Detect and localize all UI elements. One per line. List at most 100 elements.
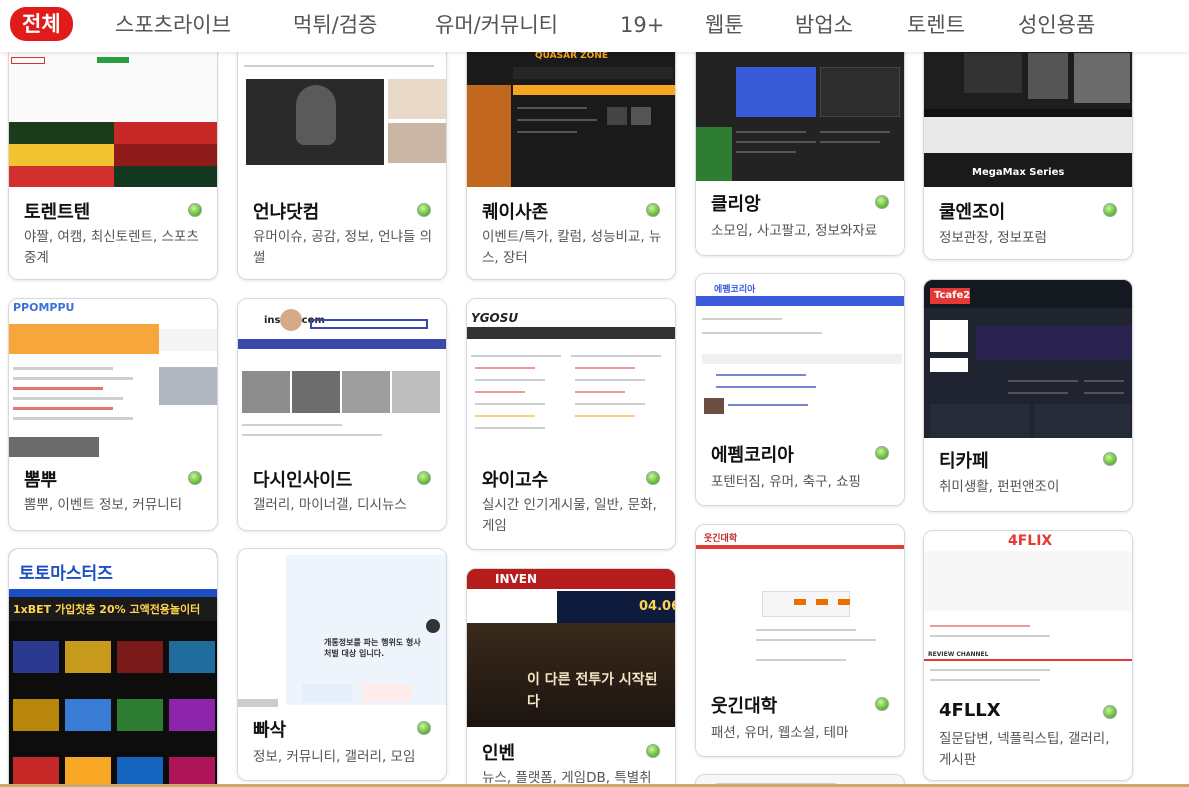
- thumb-section-text: REVIEW CHANNEL: [928, 651, 989, 658]
- card-info: 퀘이사존 이벤트/특가, 칼럼, 성능비교, 뉴스, 장터: [467, 187, 675, 279]
- card-title: 다시인사이드: [253, 470, 353, 491]
- online-status-icon: [646, 744, 660, 758]
- nav-tab-verification[interactable]: 먹튀/검증: [293, 9, 377, 41]
- card-description: 정보, 커뮤니티, 갤러리, 모임: [253, 749, 416, 765]
- site-thumbnail: 4FLIX REVIEW CHANNEL: [924, 531, 1132, 689]
- site-card-quasarzone[interactable]: QUASAR ZONE 퀘이사존 이벤트/특가, 칼럼, 성능비교, 뉴스, 장…: [466, 26, 676, 280]
- site-card-bbasak[interactable]: 개통정보를 파는 행위도 형사처벌 대상 입니다. 빠삭 정보, 커뮤니티, 갤…: [237, 548, 447, 781]
- card-info: 언냐닷컴 유머이슈, 공감, 정보, 언냐들 의썰: [238, 187, 446, 279]
- card-title: 와이고수: [482, 470, 549, 491]
- online-status-icon: [417, 721, 431, 735]
- card-title: 인벤: [482, 743, 516, 764]
- card-description: 갤러리, 마이너갤, 디시뉴스: [253, 497, 407, 513]
- online-status-icon: [188, 203, 202, 217]
- nav-tab-webtoon[interactable]: 웹툰: [705, 9, 744, 41]
- nav-tab-adult-goods[interactable]: 성인용품: [1018, 9, 1095, 41]
- card-description: 야짤, 여캠, 최신토렌트, 스포츠중계: [24, 229, 199, 266]
- site-card-4flix[interactable]: 4FLIX REVIEW CHANNEL 4FLLX 질문답변, 넥플릭스팁, …: [923, 530, 1133, 781]
- nav-tab-nightlife[interactable]: 밤업소: [795, 9, 853, 41]
- site-card-totomasters[interactable]: 토토마스터즈 1xBET 가입첫충 20% 고액전용놀이터: [8, 548, 218, 787]
- site-thumbnail: YGOSU: [467, 299, 675, 457]
- card-title: 쿨엔조이: [939, 202, 1006, 223]
- card-info: 쿨엔조이 정보관장, 정보포럼: [924, 187, 1132, 259]
- card-title: 빠삭: [253, 720, 287, 741]
- card-description: 이벤트/특가, 칼럼, 성능비교, 뉴스, 장터: [482, 229, 662, 266]
- card-info: 빠삭 정보, 커뮤니티, 갤러리, 모임: [238, 707, 446, 780]
- site-thumbnail: 개통정보를 파는 행위도 형사처벌 대상 입니다.: [238, 549, 446, 707]
- online-status-icon: [646, 203, 660, 217]
- card-title: 언냐닷컴: [253, 202, 320, 223]
- card-title: 웃긴대학: [711, 696, 778, 717]
- thumb-notice-text: 개통정보를 파는 행위도 형사처벌 대상 입니다.: [324, 638, 421, 658]
- category-nav: 전체 스포츠라이브 먹튀/검증 유머/커뮤니티 19+ 웹툰 밤업소 토렌트 성…: [0, 0, 1189, 52]
- online-status-icon: [1103, 452, 1117, 466]
- online-status-icon: [646, 471, 660, 485]
- card-description: 포텐터짐, 유머, 축구, 쇼핑: [711, 474, 861, 490]
- card-info: 클리앙 소모임, 사고팔고, 정보와자료: [696, 181, 904, 255]
- online-status-icon: [1103, 203, 1117, 217]
- card-title: 티카페: [939, 451, 989, 472]
- card-title: 토렌트텐: [24, 202, 91, 223]
- card-title: 뽐뿌: [24, 470, 58, 491]
- card-description: 뽐뿌, 이벤트 정보, 커뮤니티: [24, 497, 183, 513]
- online-status-icon: [875, 446, 889, 460]
- card-description: 질문답변, 넥플릭스팁, 갤러리, 게시판: [939, 731, 1110, 768]
- thumb-logo-text: PPOMPPU: [13, 301, 75, 314]
- card-info: 토렌트텐 야짤, 여캠, 최신토렌트, 스포츠중계: [9, 187, 217, 279]
- thumb-logo-text: 토토마스터즈: [19, 564, 113, 584]
- card-info: 웃긴대학 패션, 유머, 웹소설, 테마: [696, 683, 904, 756]
- nav-tab-adult[interactable]: 19+: [620, 9, 664, 41]
- thumb-logo-text: 웃긴대학: [704, 534, 738, 544]
- nav-tab-humor-community[interactable]: 유머/커뮤니티: [435, 9, 558, 41]
- nav-tab-all[interactable]: 전체: [10, 7, 73, 41]
- card-title: 퀘이사존: [482, 202, 549, 223]
- site-card-coolenjoy[interactable]: MegaMax Series 쿨엔조이 정보관장, 정보포럼: [923, 26, 1133, 260]
- nav-tab-torrent[interactable]: 토렌트: [907, 9, 965, 41]
- thumb-logo-text: YGOSU: [471, 311, 519, 325]
- card-description: 소모임, 사고팔고, 정보와자료: [711, 223, 878, 239]
- site-card-unnya[interactable]: 언냐닷컴 유머이슈, 공감, 정보, 언냐들 의썰: [237, 26, 447, 280]
- site-thumbnail: 에펨코리아: [696, 274, 904, 432]
- card-info: 티카페 취미생활, 펀펀앤조이: [924, 438, 1132, 511]
- thumb-logo-text: QUASAR ZONE: [535, 51, 609, 61]
- site-card-clien[interactable]: 클리앙 소모임, 사고팔고, 정보와자료: [695, 26, 905, 256]
- site-card-ppomppu[interactable]: PPOMPPU 뽐뿌 뽐뿌, 이벤트 정보, 커뮤니티: [8, 298, 218, 531]
- site-card-tcafe[interactable]: Tcafe2 티카페 취미생활, 펀펀앤조이: [923, 279, 1133, 512]
- nav-tab-sports-live[interactable]: 스포츠라이브: [115, 9, 231, 41]
- site-card-torrentten[interactable]: 토렌트텐 야짤, 여캠, 최신토렌트, 스포츠중계: [8, 26, 218, 280]
- page: 전체 스포츠라이브 먹튀/검증 유머/커뮤니티 19+ 웹툰 밤업소 토렌트 성…: [0, 0, 1189, 787]
- card-info: 인벤 뉴스, 플랫폼, 게임DB, 특별취: [467, 727, 675, 787]
- card-description: 패션, 유머, 웹소설, 테마: [711, 725, 849, 741]
- card-info: 4FLLX 질문답변, 넥플릭스팁, 갤러리, 게시판: [924, 689, 1132, 780]
- online-status-icon: [875, 697, 889, 711]
- thumb-banner-text: 이 다른 전투가 시작된다: [527, 672, 658, 710]
- site-thumbnail: Tcafe2: [924, 280, 1132, 438]
- online-status-icon: [1103, 705, 1117, 719]
- site-thumbnail: 웃긴대학: [696, 525, 904, 683]
- site-card-ygosu[interactable]: YGOSU 와이고수 실시간 인기게시물, 일반, 문화, 게임: [466, 298, 676, 550]
- card-description: 정보관장, 정보포럼: [939, 230, 1047, 246]
- thumb-logo-text: INVEN: [495, 572, 538, 586]
- card-info: 다시인사이드 갤러리, 마이너갤, 디시뉴스: [238, 457, 446, 530]
- card-info: 뽐뿌 뽐뿌, 이벤트 정보, 커뮤니티: [9, 457, 217, 530]
- online-status-icon: [417, 471, 431, 485]
- online-status-icon: [875, 195, 889, 209]
- site-thumbnail: inside.com: [238, 299, 446, 457]
- online-status-icon: [417, 203, 431, 217]
- site-thumbnail: PPOMPPU: [9, 299, 217, 457]
- site-card-fmkorea[interactable]: 에펨코리아 에펨코리아 포텐터짐, 유머, 축구, 쇼핑: [695, 273, 905, 506]
- card-description: 유머이슈, 공감, 정보, 언냐들 의썰: [253, 229, 433, 266]
- thumb-date-text: 04.06: [639, 599, 675, 614]
- site-card-inven[interactable]: INVEN 04.06 이 다른 전투가 시작된다 인벤 뉴스, 플랫폼, 게임…: [466, 568, 676, 787]
- thumb-logo-text: Tcafe2: [934, 290, 971, 301]
- thumb-logo-text: 4FLIX: [1008, 533, 1053, 549]
- thumb-logo-text: 에펨코리아: [714, 285, 756, 295]
- card-title: 4FLLX: [939, 700, 1001, 721]
- card-description: 취미생활, 펀펀앤조이: [939, 479, 1060, 495]
- online-status-icon: [188, 471, 202, 485]
- site-card-dcinside[interactable]: inside.com 다시인사이드 갤러리, 마이너갤, 디시뉴스: [237, 298, 447, 531]
- card-description: 실시간 인기게시물, 일반, 문화, 게임: [482, 497, 657, 534]
- site-card-humoruniv[interactable]: 웃긴대학 웃긴대학 패션, 유머, 웹소설, 테마: [695, 524, 905, 757]
- site-thumbnail: 토토마스터즈 1xBET 가입첫충 20% 고액전용놀이터: [9, 549, 217, 787]
- card-title: 클리앙: [711, 194, 761, 215]
